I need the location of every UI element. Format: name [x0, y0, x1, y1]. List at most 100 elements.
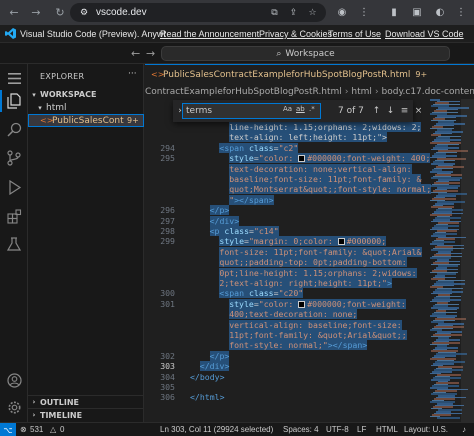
code-line[interactable]: 299 style="margin: 0;color: #000000;	[145, 236, 474, 247]
breadcrumb-html[interactable]: html	[351, 87, 372, 97]
back-icon[interactable]: ←	[6, 5, 22, 21]
code-line[interactable]: font-style: normal;"></span>	[145, 340, 474, 351]
privacy-link[interactable]: Privacy & Cookies	[259, 29, 332, 39]
code-line[interactable]: text-align: left;height: 11pt;">	[145, 132, 474, 143]
end-of-line[interactable]: LF	[357, 425, 366, 434]
breadcrumb-file[interactable]: ContractExampleforHubSpotBlogPostR.html	[145, 87, 342, 97]
code-line[interactable]: 300 <span class="c20"	[145, 288, 474, 299]
profile-icon[interactable]: ▣	[409, 4, 425, 20]
code-line[interactable]: 301 style="color: #000000;font-weight:	[145, 298, 474, 309]
reload-icon[interactable]: ↻	[52, 5, 68, 21]
workspace-section-header[interactable]: ▾ WORKSPACE	[28, 88, 144, 101]
match-count: 7 of 7	[338, 106, 364, 116]
source-control-icon[interactable]	[4, 148, 24, 168]
vertical-scrollbar[interactable]	[461, 99, 474, 422]
outline-section-header[interactable]: › OUTLINE	[28, 395, 144, 408]
back-icon[interactable]: ←	[131, 47, 140, 60]
code-line[interactable]: baseline;font-size: 11pt;font-family: &	[145, 174, 474, 184]
site-info-icon[interactable]: ⚙	[77, 6, 91, 20]
language-mode[interactable]: HTML	[376, 425, 398, 434]
code-line[interactable]: quot;;padding-top: 0pt;padding-bottom:	[145, 257, 474, 268]
code-line[interactable]: 305	[145, 382, 474, 392]
menu-icon[interactable]	[4, 68, 24, 88]
timeline-section-header[interactable]: › TIMELINE	[28, 408, 144, 421]
downloads-icon[interactable]: ▮	[386, 4, 402, 20]
terms-link[interactable]: Terms of Use	[328, 29, 381, 39]
banner-title: Visual Studio Code (Preview). Anywh...	[20, 28, 166, 39]
activity-bar	[0, 64, 28, 422]
settings-gear-icon[interactable]	[4, 397, 24, 417]
match-whole-word-toggle[interactable]: ab	[296, 105, 305, 113]
warnings-count[interactable]: 0	[60, 425, 64, 434]
more-actions-icon[interactable]: ···	[128, 69, 137, 79]
code-line[interactable]: 304 </body>	[145, 372, 474, 382]
previous-match-icon[interactable]: ↑	[370, 104, 383, 117]
find-in-selection-icon[interactable]: ≡	[398, 104, 411, 117]
color-swatch[interactable]	[298, 155, 306, 163]
code-line[interactable]: 302 </p>	[145, 350, 474, 361]
code-line[interactable]: 295 style="color: #000000;font-weight: 40…	[145, 153, 474, 164]
run-debug-icon[interactable]	[4, 177, 24, 197]
install-app-icon[interactable]: ⧉	[268, 6, 281, 19]
forward-icon[interactable]: →	[146, 47, 155, 60]
folder-html[interactable]: ▾ html	[28, 101, 144, 114]
match-case-toggle[interactable]: Aa	[283, 105, 292, 113]
code-line[interactable]: 297 </div>	[145, 215, 474, 226]
notifications-bell-icon[interactable]: ♪	[462, 425, 466, 434]
share-icon[interactable]: ⇪	[287, 6, 300, 19]
close-icon[interactable]: ×	[412, 104, 425, 117]
remote-indicator-icon[interactable]: ⌥	[0, 423, 16, 436]
sidepanel-icon[interactable]: ⋮	[356, 4, 372, 20]
code-line[interactable]: text-decoration: none;vertical-align:	[145, 163, 474, 174]
breadcrumb-body[interactable]: body.c17.doc-content	[382, 87, 474, 97]
cursor-position[interactable]: Ln 303, Col 11 (29924 selected)	[160, 425, 273, 434]
color-swatch[interactable]	[337, 238, 345, 246]
line-number: 306	[160, 392, 175, 403]
search-icon: ⌕	[276, 48, 282, 59]
code-line[interactable]: font-size: 11pt;font-family: &quot;Arial…	[145, 246, 474, 257]
announcement-link[interactable]: Read the Announcement	[160, 29, 259, 39]
explorer-icon[interactable]	[4, 91, 24, 111]
code-text: <span class="c2"	[219, 142, 299, 153]
tab-public-sales-contract[interactable]: <> PublicSalesContractExampleforHubSpotB…	[145, 64, 474, 84]
encoding[interactable]: UTF-8	[326, 425, 349, 434]
extensions-icon[interactable]	[4, 206, 24, 226]
color-swatch[interactable]	[298, 300, 306, 308]
code-line[interactable]: 298 <p class="c14"	[145, 226, 474, 236]
code-line[interactable]: 0pt;line-height: 1.15;orphans: 2;widows:	[145, 267, 474, 278]
search-icon[interactable]	[4, 119, 24, 139]
code-line[interactable]: 303 </div>	[145, 361, 474, 372]
code-text: style="margin: 0;color: #000000;	[219, 236, 387, 247]
code-line[interactable]: quot;Montserrat&quot;;font-style: normal…	[145, 184, 474, 195]
line-number: 298	[160, 226, 175, 236]
file-public-sales-contract[interactable]: <> PublicSalesContr... 9+	[28, 114, 144, 127]
url-text[interactable]: vscode.dev	[96, 7, 147, 18]
download-link[interactable]: Download VS Code	[385, 29, 464, 39]
code-line[interactable]: 296 </p>	[145, 205, 474, 216]
menu-icon[interactable]: ◐	[432, 4, 448, 20]
code-line[interactable]: 400;text-decoration: none;	[145, 309, 474, 320]
command-center[interactable]: ⌕ Workspace	[161, 46, 450, 61]
forward-icon[interactable]: →	[28, 5, 44, 21]
code-line[interactable]: "></span>	[145, 194, 474, 205]
next-match-icon[interactable]: ↓	[384, 104, 397, 117]
code-line[interactable]: vertical-align: baseline;font-size:	[145, 319, 474, 330]
line-number: 301	[160, 298, 175, 309]
vscode-logo-icon	[4, 28, 16, 40]
keyboard-layout[interactable]: Layout: U.S.	[404, 425, 448, 434]
bookmark-star-icon[interactable]: ☆	[306, 6, 319, 19]
problems-count[interactable]: 531	[30, 425, 43, 434]
indentation[interactable]: Spaces: 4	[283, 425, 319, 434]
code-line[interactable]: 2;text-align: right;height: 11pt;">	[145, 278, 474, 288]
extension-icon[interactable]: ◉	[334, 4, 350, 20]
code-line[interactable]: 294 <span class="c2"	[145, 142, 474, 153]
code-line[interactable]: 11pt;font-family: &quot;Arial&quot;;	[145, 330, 474, 340]
testing-icon[interactable]	[4, 234, 24, 254]
address-bar[interactable]: ⚙ vscode.dev ⧉ ⇪ ☆	[70, 3, 326, 22]
code-line[interactable]: line-height: 1.15;orphans: 2;widows: 2;	[145, 122, 474, 132]
code-line[interactable]: 306 </html>	[145, 392, 474, 402]
more-icon[interactable]: ⋮	[453, 4, 469, 20]
regex-toggle[interactable]: .*	[309, 105, 315, 113]
code-editor[interactable]: line-height: 1.15;orphans: 2;widows: 2; t…	[145, 122, 474, 422]
account-icon[interactable]	[4, 370, 24, 390]
